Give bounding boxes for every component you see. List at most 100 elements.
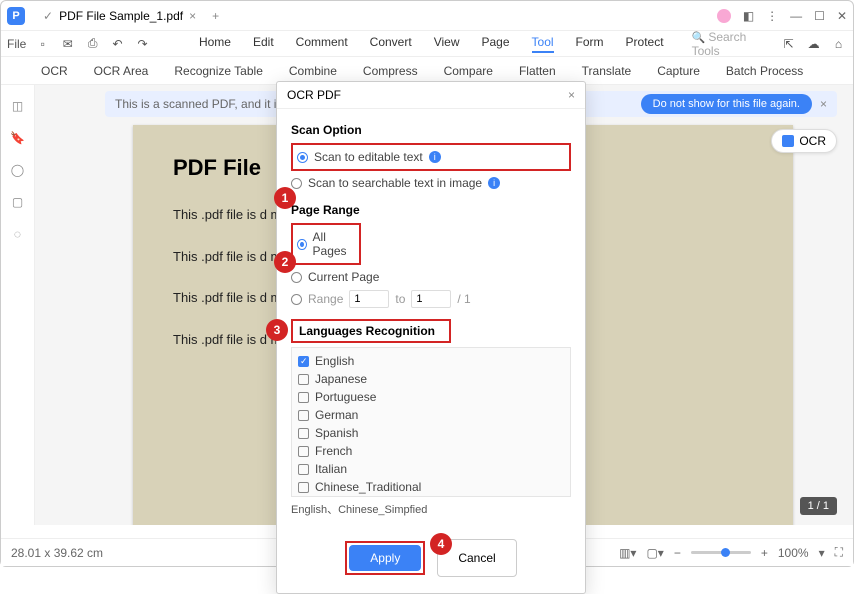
document-tab[interactable]: ✓ PDF File Sample_1.pdf × — [33, 5, 206, 27]
info-icon[interactable]: i — [488, 177, 500, 189]
highlight-box-3: Languages Recognition — [291, 319, 451, 343]
radio-current-page[interactable]: Current Page — [291, 267, 571, 287]
maximize-icon[interactable]: ☐ — [814, 9, 825, 23]
tb-ocr[interactable]: OCR — [41, 64, 68, 78]
comments-panel-icon[interactable]: ◯ — [11, 163, 24, 177]
language-item[interactable]: Spanish — [298, 424, 564, 442]
titlebar: P ✓ PDF File Sample_1.pdf × + ◧ ⋮ — ☐ ✕ — [1, 1, 853, 31]
redo-icon[interactable]: ↷ — [134, 37, 151, 51]
check-icon: ✓ — [43, 9, 53, 23]
tb-compare[interactable]: Compare — [444, 64, 493, 78]
zoom-dropdown-icon[interactable]: ▾ — [819, 546, 825, 560]
menu-page[interactable]: Page — [482, 35, 510, 53]
more-icon[interactable]: ⋮ — [766, 9, 778, 23]
dimensions-label: 28.01 x 39.62 cm — [11, 546, 103, 560]
language-item[interactable]: English — [298, 352, 564, 370]
print-icon[interactable]: ⎙ — [84, 36, 101, 51]
highlight-box-2: All Pages — [291, 223, 361, 265]
close-tab-icon[interactable]: × — [189, 9, 196, 23]
tb-capture[interactable]: Capture — [657, 64, 700, 78]
menu-comment[interactable]: Comment — [296, 35, 348, 53]
radio-icon — [291, 272, 302, 283]
share-icon[interactable]: ⇱ — [780, 37, 797, 51]
radio-searchable[interactable]: Scan to searchable text in image i — [291, 173, 571, 193]
callout-4: 4 — [430, 533, 452, 555]
tb-combine[interactable]: Combine — [289, 64, 337, 78]
apply-button[interactable]: Apply — [349, 545, 421, 571]
bookmarks-icon[interactable]: 🔖 — [10, 131, 25, 145]
language-item[interactable]: French — [298, 442, 564, 460]
tb-batch[interactable]: Batch Process — [726, 64, 803, 78]
cloud-icon[interactable]: ☁ — [805, 37, 822, 51]
language-item[interactable]: German — [298, 406, 564, 424]
scan-option-title: Scan Option — [291, 123, 571, 137]
radio-all-pages[interactable]: All Pages — [297, 227, 355, 261]
language-item[interactable]: Japanese — [298, 370, 564, 388]
menu-form[interactable]: Form — [576, 35, 604, 53]
mail-icon[interactable]: ✉ — [59, 37, 76, 51]
highlight-box-4: Apply — [345, 541, 425, 575]
checkbox-icon — [298, 410, 309, 421]
dialog-close-icon[interactable]: × — [568, 88, 575, 102]
fit-mode-icon[interactable]: ▢▾ — [646, 546, 663, 560]
close-window-icon[interactable]: ✕ — [837, 9, 847, 23]
avatar-icon[interactable] — [717, 9, 731, 23]
search-tools[interactable]: 🔍 Search Tools — [692, 30, 765, 58]
tb-ocr-area[interactable]: OCR Area — [94, 64, 149, 78]
zoom-out-icon[interactable]: − — [674, 546, 681, 560]
thumbnails-icon[interactable]: ◫ — [12, 99, 23, 113]
language-item[interactable]: Chinese_Simpfied — [298, 496, 564, 497]
language-item[interactable]: Italian — [298, 460, 564, 478]
menu-home[interactable]: Home — [199, 35, 231, 53]
tb-recognize[interactable]: Recognize Table — [174, 64, 263, 78]
range-to-input[interactable] — [411, 290, 451, 308]
range-from-input[interactable] — [349, 290, 389, 308]
banner-close-icon[interactable]: × — [820, 97, 827, 111]
menu-view[interactable]: View — [434, 35, 460, 53]
search-panel-icon[interactable]: ◌ — [14, 227, 21, 241]
page-counter-badge: 1 / 1 — [800, 497, 837, 515]
attachments-icon[interactable]: ▢ — [12, 195, 23, 209]
notification-icon[interactable]: ◧ — [743, 9, 754, 23]
tb-flatten[interactable]: Flatten — [519, 64, 556, 78]
app-icon: P — [7, 7, 25, 25]
radio-icon — [297, 239, 307, 250]
undo-icon[interactable]: ↶ — [109, 37, 126, 51]
radio-icon — [297, 152, 308, 163]
zoom-value: 100% — [778, 546, 809, 560]
radio-range[interactable]: Range to / 1 — [291, 287, 571, 311]
zoom-in-icon[interactable]: + — [761, 546, 768, 560]
checkbox-icon — [298, 446, 309, 457]
lang-title: Languages Recognition — [299, 324, 443, 338]
radio-editable[interactable]: Scan to editable text i — [297, 147, 565, 167]
zoom-slider[interactable] — [691, 551, 751, 554]
menu-protect[interactable]: Protect — [626, 35, 664, 53]
page-range-title: Page Range — [291, 203, 571, 217]
tb-compress[interactable]: Compress — [363, 64, 418, 78]
language-item[interactable]: Portuguese — [298, 388, 564, 406]
menu-convert[interactable]: Convert — [370, 35, 412, 53]
checkbox-icon — [298, 374, 309, 385]
menu-tool[interactable]: Tool — [532, 35, 554, 53]
menu-edit[interactable]: Edit — [253, 35, 274, 53]
fullscreen-icon[interactable]: ⛶ — [835, 545, 843, 560]
save-icon[interactable]: ▫ — [34, 37, 51, 51]
tb-translate[interactable]: Translate — [582, 64, 632, 78]
minimize-icon[interactable]: — — [790, 9, 802, 23]
checkbox-icon — [298, 464, 309, 475]
highlight-box-1: Scan to editable text i — [291, 143, 571, 171]
banner-btn-noshow[interactable]: Do not show for this file again. — [641, 94, 812, 114]
file-menu[interactable]: File — [7, 37, 26, 51]
ocr-float-button[interactable]: OCR — [771, 129, 837, 153]
main-menu: Home Edit Comment Convert View Page Tool… — [199, 35, 664, 53]
tab-filename: PDF File Sample_1.pdf — [59, 9, 183, 23]
callout-3: 3 — [266, 319, 288, 341]
home-icon[interactable]: ⌂ — [830, 37, 847, 51]
info-icon[interactable]: i — [429, 151, 441, 163]
dialog-title: OCR PDF — [287, 88, 341, 102]
add-tab-icon[interactable]: + — [212, 9, 219, 23]
callout-1: 1 — [274, 187, 296, 209]
language-list[interactable]: EnglishJapanesePortugueseGermanSpanishFr… — [291, 347, 571, 497]
view-mode-icon[interactable]: ▥▾ — [619, 546, 636, 560]
language-item[interactable]: Chinese_Traditional — [298, 478, 564, 496]
